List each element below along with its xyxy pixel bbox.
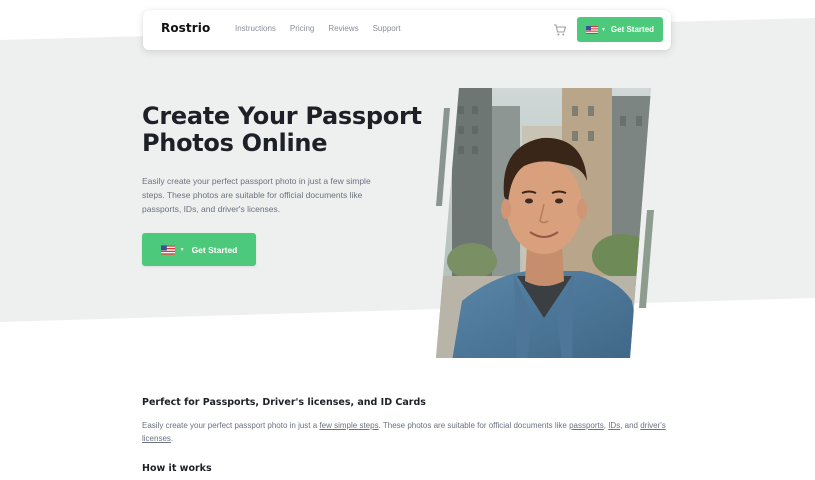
us-flag-icon <box>160 244 175 255</box>
header-get-started-label: Get Started <box>610 25 655 34</box>
link-ids[interactable]: IDs <box>608 421 620 430</box>
top-navbar: Rostrio Instructions Pricing Reviews Sup… <box>143 10 671 50</box>
nav-link-instructions[interactable]: Instructions <box>235 24 276 33</box>
how-it-works-title: How it works <box>142 463 212 474</box>
link-few-simple-steps[interactable]: few simple steps <box>319 421 378 430</box>
nav-links: Instructions Pricing Reviews Support <box>235 24 401 33</box>
link-passports[interactable]: passports <box>569 421 604 430</box>
section-text-part: . These photos are suitable for official… <box>378 421 570 430</box>
hero-title-line2: Photos Online <box>142 129 328 157</box>
hero-get-started-label: Get Started <box>191 244 238 255</box>
section-title: Perfect for Passports, Driver's licenses… <box>142 397 426 408</box>
section-text-part: , and <box>620 421 641 430</box>
brand-logo[interactable]: Rostrio <box>161 21 210 35</box>
chevron-down-icon: ▼ <box>179 246 185 253</box>
chevron-down-icon: ▼ <box>600 26 606 33</box>
cart-icon[interactable] <box>553 23 567 37</box>
us-flag-icon <box>585 25 598 34</box>
hero-background <box>0 18 815 322</box>
hero-description: Easily create your perfect passport phot… <box>142 176 371 214</box>
section-text-part: . <box>170 434 174 443</box>
header-get-started-button[interactable]: ▼ Get Started <box>577 17 663 42</box>
hero-title: Create Your Passport Photos Online <box>142 103 422 157</box>
hero-portrait-photo <box>432 86 657 361</box>
nav-link-pricing[interactable]: Pricing <box>290 24 314 33</box>
nav-link-reviews[interactable]: Reviews <box>328 24 358 33</box>
section-text-part: Easily create your perfect passport phot… <box>142 421 320 430</box>
hero-title-line1: Create Your Passport <box>142 102 422 130</box>
nav-link-support[interactable]: Support <box>373 24 401 33</box>
hero-get-started-button[interactable]: ▼ Get Started <box>142 233 256 266</box>
section-description: Easily create your perfect passport phot… <box>142 419 682 445</box>
